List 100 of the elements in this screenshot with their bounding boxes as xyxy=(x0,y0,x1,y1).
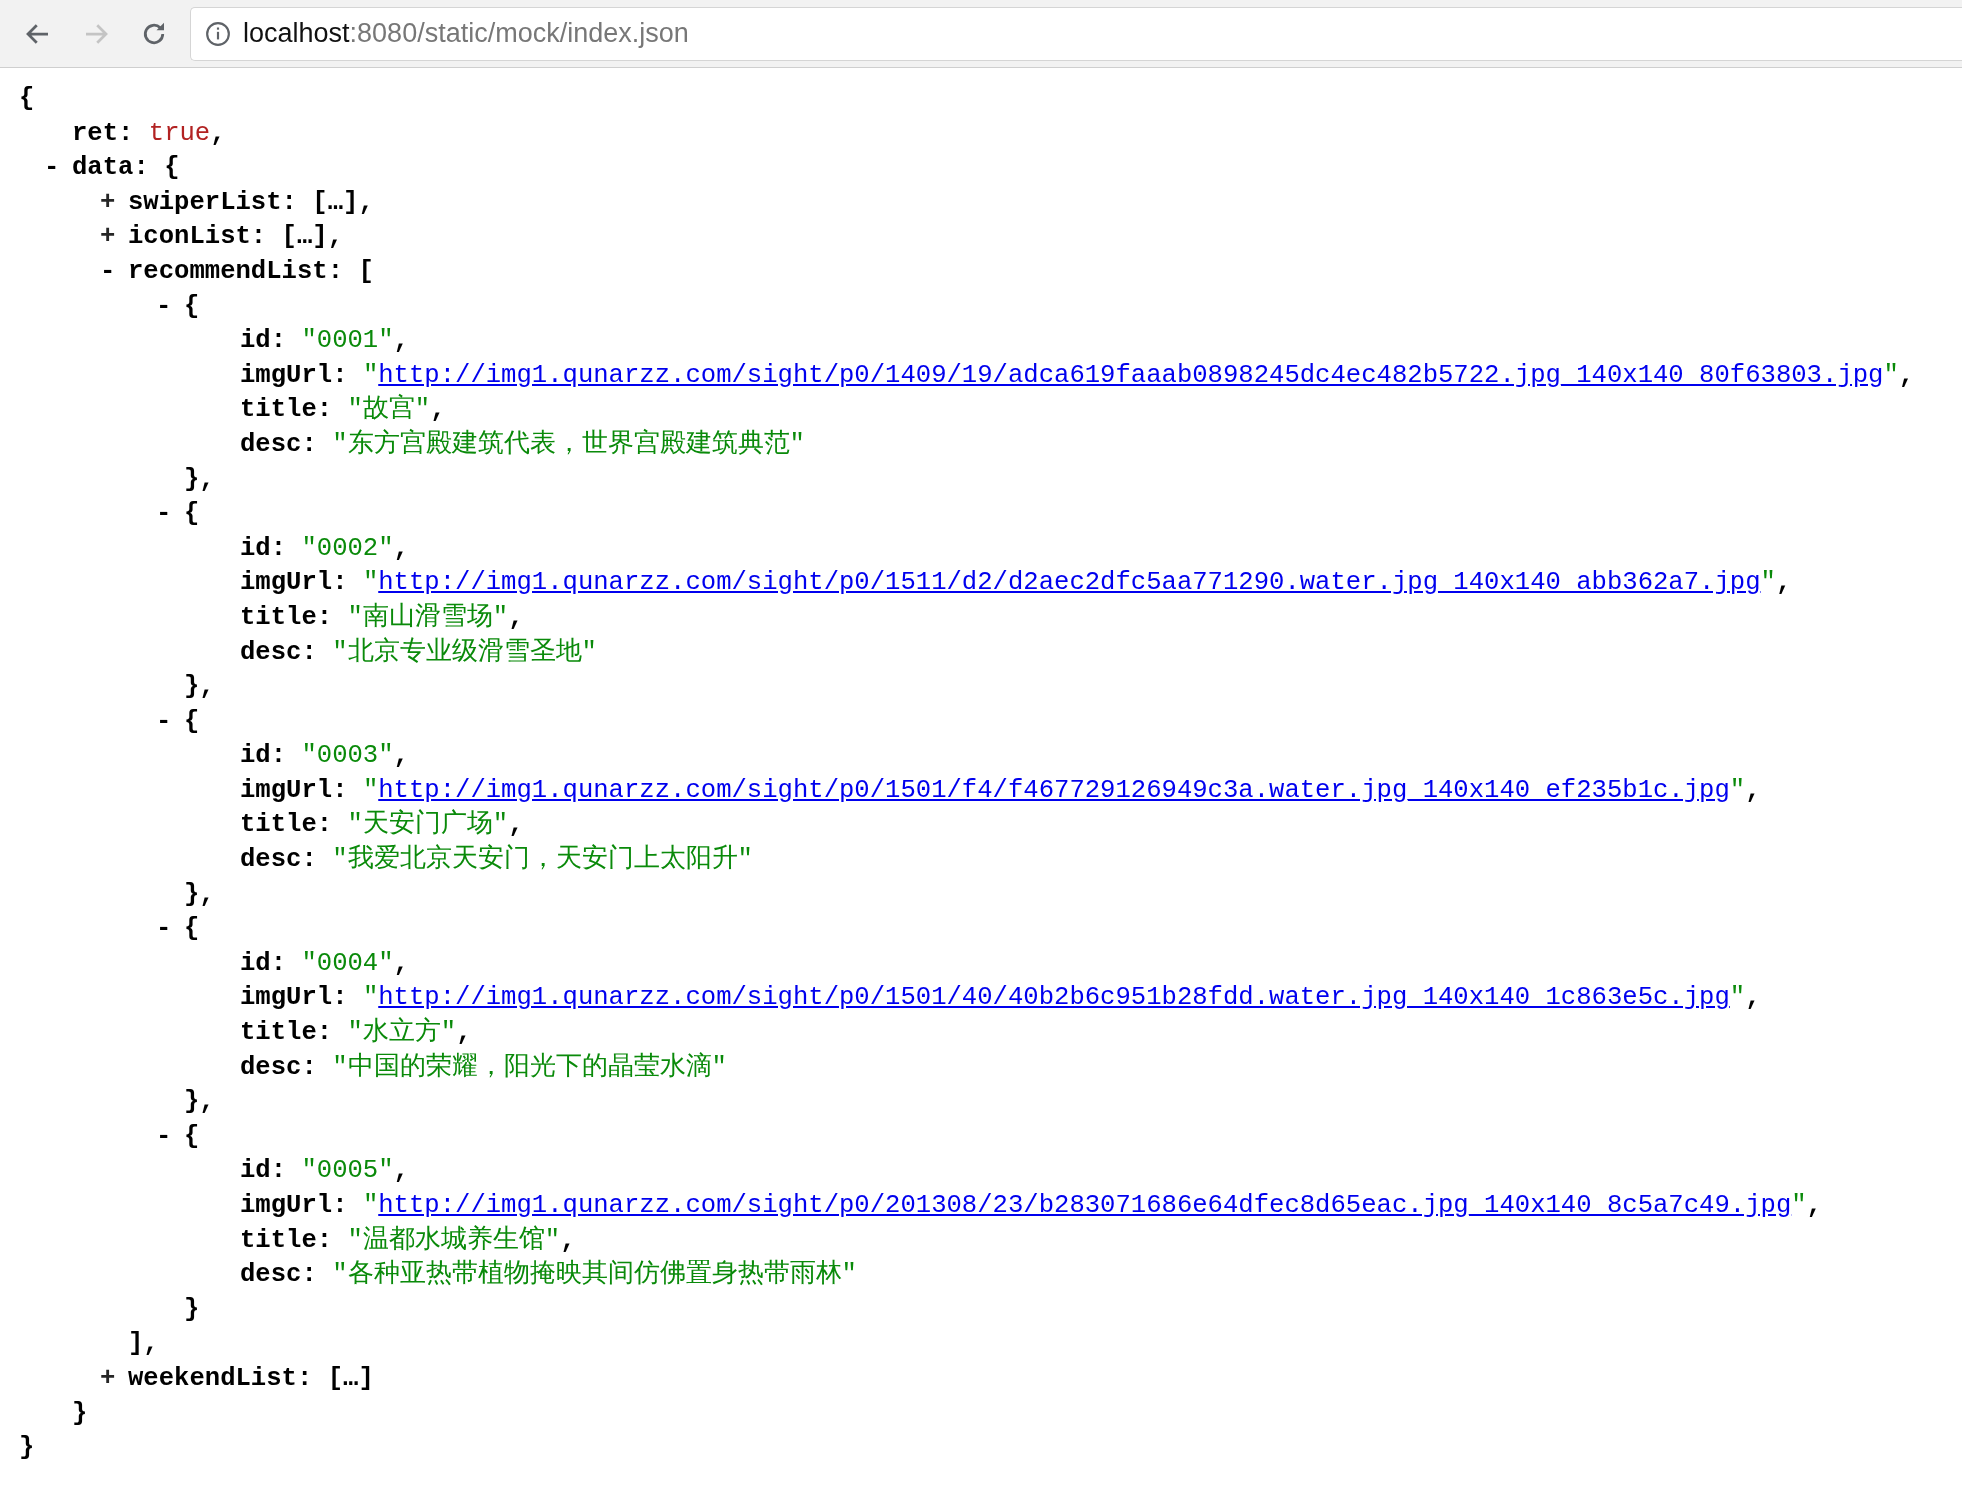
json-key: desc: xyxy=(240,1052,317,1082)
comma: , xyxy=(210,118,226,148)
expand-toggle[interactable]: + xyxy=(100,220,128,255)
bracket: { xyxy=(184,1121,200,1151)
collapse-toggle[interactable]: - xyxy=(156,912,184,947)
quote-mark: " xyxy=(1729,983,1746,1013)
json-key: desc: xyxy=(240,429,317,459)
json-key: title: xyxy=(240,1018,333,1048)
url-host: localhost xyxy=(243,18,350,49)
url-link[interactable]: http://img1.qunarzz.com/sight/p0/1409/19/adca619faaab0898245dc4ec482b5722.jpg_140x140_80f63803.jpg xyxy=(378,360,1884,390)
comma: , xyxy=(456,1018,472,1048)
json-key: imgUrl: xyxy=(240,360,348,390)
bracket: { xyxy=(19,84,35,113)
quote-mark: " xyxy=(1883,360,1899,390)
url-link[interactable]: http://img1.qunarzz.com/sight/p0/1501/40/40b2b6c951b28fdd.water.jpg_140x140_1c863e5c.jpg xyxy=(378,983,1730,1013)
json-key: title: xyxy=(240,1225,333,1255)
comma: , xyxy=(508,810,524,840)
url-link[interactable]: http://img1.qunarzz.com/sight/p0/1501/f4/f467729126949c3a.water.jpg_140x140_ef235b1c.jpg xyxy=(378,775,1730,805)
bracket: } xyxy=(19,1433,35,1463)
bracket: [ xyxy=(327,1363,344,1393)
expand-toggle[interactable]: + xyxy=(100,1361,128,1397)
boolean-value: true xyxy=(148,118,211,148)
quote-mark: " xyxy=(362,983,379,1013)
string-value: "温都水城养生馆" xyxy=(347,1225,561,1255)
string-value: "天安门广场" xyxy=(347,810,509,840)
collapse-toggle[interactable]: - xyxy=(156,289,184,325)
quote-mark: " xyxy=(362,1191,379,1220)
json-key: id: xyxy=(240,948,287,978)
comma: , xyxy=(1745,983,1761,1013)
comma: , xyxy=(430,395,446,425)
bracket: { xyxy=(184,291,200,321)
comma: , xyxy=(393,1156,409,1186)
json-key: title: xyxy=(240,810,333,840)
quote-mark: " xyxy=(1760,568,1776,598)
quote-mark: " xyxy=(362,360,379,390)
json-key: recommendList: xyxy=(128,256,344,286)
json-key: desc: xyxy=(240,845,317,875)
collapse-toggle[interactable]: - xyxy=(156,1119,184,1155)
bracket: { xyxy=(184,914,200,944)
bracket: ] xyxy=(358,1363,374,1393)
bracket: { xyxy=(164,153,180,183)
collapse-toggle[interactable]: - xyxy=(44,151,72,186)
bracket: }, xyxy=(184,1087,215,1117)
string-value: "0005" xyxy=(301,1156,394,1186)
json-key: title: xyxy=(240,395,333,425)
json-key: imgUrl: xyxy=(240,983,348,1013)
json-key: swiperList: xyxy=(128,187,297,217)
string-value: "各种亚热带植物掩映其间仿佛置身热带雨林" xyxy=(332,1260,857,1290)
json-key: imgUrl: xyxy=(240,568,348,598)
json-key: data: xyxy=(72,153,149,183)
string-value: "故宫" xyxy=(347,395,431,425)
string-value: "北京专业级滑雪圣地" xyxy=(332,637,597,667)
json-key: imgUrl: xyxy=(240,1191,348,1220)
quote-mark: " xyxy=(362,568,379,598)
bracket: } xyxy=(184,1294,200,1324)
json-key: desc: xyxy=(240,1260,317,1290)
quote-mark: " xyxy=(1791,1191,1807,1220)
bracket: { xyxy=(184,706,200,736)
url-link[interactable]: http://img1.qunarzz.com/sight/p0/201308/23/b283071686e64dfec8d65eac.jpg_140x140_8c5a7c49.jpg xyxy=(378,1191,1792,1220)
bracket: [ xyxy=(358,256,374,286)
expand-toggle[interactable]: + xyxy=(100,185,128,221)
string-value: "0004" xyxy=(301,948,394,978)
address-bar[interactable]: localhost:8080/static/mock/index.json xyxy=(190,6,1962,61)
collapse-toggle[interactable]: - xyxy=(156,497,184,532)
json-key: title: xyxy=(240,602,333,632)
info-icon xyxy=(205,20,231,47)
comma: , xyxy=(1898,360,1915,390)
comma: , xyxy=(560,1225,576,1255)
quote-mark: " xyxy=(362,775,379,805)
json-key: id: xyxy=(240,1156,287,1186)
bracket: }, xyxy=(184,879,215,909)
json-key: id: xyxy=(240,326,287,356)
string-value: "东方宫殿建筑代表，世界宫殿建筑典范" xyxy=(332,429,805,459)
bracket: ], xyxy=(312,222,344,252)
comma: , xyxy=(508,602,524,632)
json-key: id: xyxy=(240,533,287,563)
comma: , xyxy=(393,533,409,563)
ellipsis: … xyxy=(343,1363,359,1393)
comma: , xyxy=(1775,568,1792,598)
url-path: :8080/static/mock/index.json xyxy=(349,18,689,49)
url-link[interactable]: http://img1.qunarzz.com/sight/p0/1511/d2/d2aec2dfc5aa771290.water.jpg_140x140_abb362a7.jpg xyxy=(378,568,1761,598)
string-value: "0003" xyxy=(301,741,394,771)
bracket: ], xyxy=(128,1329,159,1359)
comma: , xyxy=(1745,775,1761,805)
json-key: desc: xyxy=(240,637,317,667)
string-value: "我爱北京天安门，天安门上太阳升" xyxy=(332,845,753,875)
json-key: weekendList: xyxy=(128,1363,313,1393)
collapse-toggle[interactable]: - xyxy=(100,254,128,290)
collapse-toggle[interactable]: - xyxy=(156,704,184,740)
bracket: ], xyxy=(343,187,374,217)
bracket: [ xyxy=(281,222,297,252)
bracket: }, xyxy=(184,464,215,494)
bracket: { xyxy=(184,499,200,529)
comma: , xyxy=(393,741,409,771)
comma: , xyxy=(393,948,409,978)
string-value: "南山滑雪场" xyxy=(347,602,509,632)
json-key: ret: xyxy=(72,118,134,148)
ellipsis: … xyxy=(327,187,344,217)
bracket: }, xyxy=(184,672,215,702)
string-value: "0002" xyxy=(301,533,394,563)
